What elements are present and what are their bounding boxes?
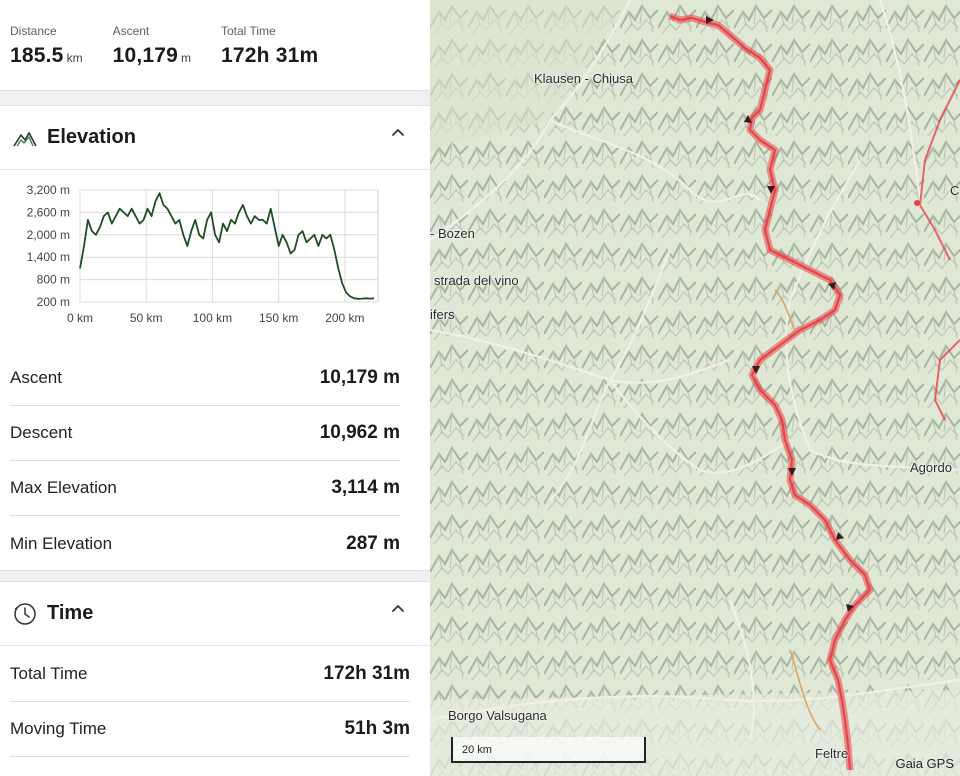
ascent-value: 10,179 xyxy=(112,44,178,67)
time-section-header[interactable]: Time xyxy=(0,582,430,646)
map-label-agordo: Agordo xyxy=(910,460,952,475)
stat-value: 172h 31m xyxy=(323,663,410,684)
elevation-section-header[interactable]: Elevation xyxy=(0,106,430,170)
stat-value: 51h 3m xyxy=(344,718,410,739)
distance-unit: km xyxy=(66,51,83,65)
stat-label: Moving Time xyxy=(10,719,107,738)
stat-label: Total Time xyxy=(10,664,88,683)
map-label-partial: C xyxy=(950,183,960,198)
y-tick-label: 2,600 m xyxy=(27,205,70,219)
x-tick-label: 150 km xyxy=(259,311,298,325)
section-divider xyxy=(0,90,430,106)
map-view[interactable]: Klausen - Chiusa - Bozen strada del vino… xyxy=(430,0,960,776)
y-tick-label: 200 m xyxy=(37,295,70,309)
map-label-klausen: Klausen - Chiusa xyxy=(534,71,633,86)
map-label-strada-del-vino: strada del vino xyxy=(434,273,519,288)
y-tick-label: 2,000 m xyxy=(27,228,70,242)
total-time-label: Total Time xyxy=(221,24,276,38)
distance-label: Distance xyxy=(10,24,57,38)
stat-value: 10,962 m xyxy=(319,422,400,443)
stat-row-min-elevation: Min Elevation 287 m xyxy=(10,516,400,571)
elevation-profile-chart[interactable]: 200 m 800 m 1,400 m 2,000 m 2,600 m 3,200 m 0 … xyxy=(0,172,430,338)
y-tick-label: 3,200 m xyxy=(27,183,70,197)
app-root: Distance 185.5 km Ascent 10,179 m Total Ti… xyxy=(0,0,960,776)
ascent-label: Ascent xyxy=(112,24,150,38)
stat-row-max-elevation: Max Elevation 3,114 m xyxy=(10,461,400,516)
time-section-title: Time xyxy=(47,602,94,624)
stat-label: Descent xyxy=(10,423,73,442)
y-tick-label: 1,400 m xyxy=(27,250,70,264)
map-attribution: Gaia GPS xyxy=(895,756,954,771)
x-tick-label: 0 km xyxy=(67,311,93,325)
ascent-unit: m xyxy=(181,51,191,65)
map-scale-bar: 20 km xyxy=(451,737,646,763)
stat-label: Min Elevation xyxy=(10,533,113,553)
stat-value: 10,179 m xyxy=(319,367,400,388)
map-label-ifers: ifers xyxy=(430,307,455,322)
map-label-borgo-valsugana: Borgo Valsugana xyxy=(448,708,547,723)
scale-label: 20 km xyxy=(462,744,492,756)
elevation-section-title: Elevation xyxy=(47,126,136,148)
ascent-stat: Ascent 10,179 m xyxy=(113,24,191,90)
stat-row-total-time: Total Time 172h 31m xyxy=(10,647,410,702)
track-details-panel: Distance 185.5 km Ascent 10,179 m Total Ti… xyxy=(0,0,430,776)
x-tick-label: 200 km xyxy=(325,311,364,325)
total-time-stat: Total Time 172h 31m xyxy=(221,24,318,90)
mountain-icon xyxy=(13,131,37,146)
stat-value: 287 m xyxy=(346,532,400,554)
stat-row-descent: Descent 10,962 m xyxy=(10,406,400,461)
y-tick-label: 800 m xyxy=(37,273,70,287)
map-label-bozen: - Bozen xyxy=(430,226,475,241)
map-label-bozen-text: Bozen xyxy=(437,226,475,241)
distance-stat: Distance 185.5 km xyxy=(10,24,83,90)
map-label-feltre: Feltre xyxy=(815,746,849,761)
chevron-up-icon[interactable] xyxy=(390,125,406,141)
stat-row-moving-time: Moving Time 51h 3m xyxy=(10,702,410,757)
track-summary: Distance 185.5 km Ascent 10,179 m Total Ti… xyxy=(0,0,430,90)
clock-icon xyxy=(14,602,36,625)
stat-label: Max Elevation xyxy=(10,478,117,497)
x-tick-label: 50 km xyxy=(130,311,163,325)
waypoint-marker[interactable] xyxy=(914,200,920,206)
valley-shade xyxy=(430,690,960,776)
stat-row-ascent: Ascent 10,179 m xyxy=(10,351,400,406)
section-divider xyxy=(0,570,430,582)
stat-value: 3,114 m xyxy=(331,477,400,498)
chevron-up-icon[interactable] xyxy=(390,601,406,617)
x-tick-label: 100 km xyxy=(193,311,232,325)
total-time-value: 172h 31m xyxy=(221,44,319,67)
map-canvas[interactable] xyxy=(430,0,960,776)
distance-value: 185.5 xyxy=(10,44,64,67)
stat-label: Ascent xyxy=(10,368,62,387)
